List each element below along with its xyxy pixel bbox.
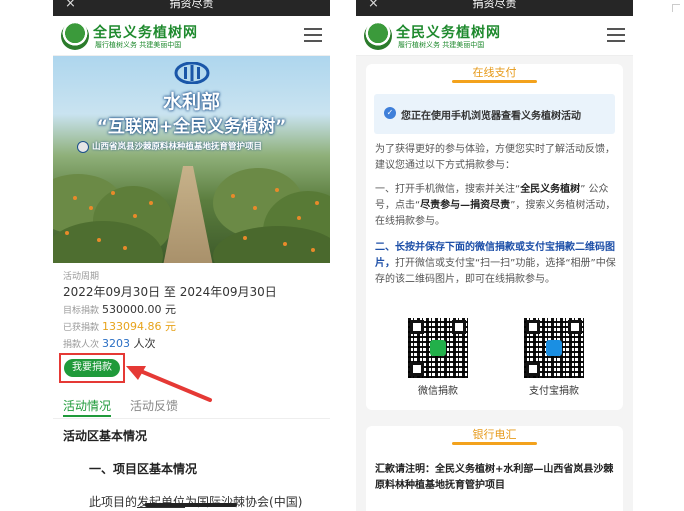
site-logo-title: 全民义务植树网	[396, 25, 501, 41]
menu-icon[interactable]	[304, 28, 322, 42]
tab-activity[interactable]: 活动情况	[63, 397, 112, 417]
home-indicator	[145, 503, 237, 507]
highlight-box: 我要捐款	[59, 353, 125, 383]
donor-count: 3203	[102, 337, 131, 350]
donor-count-row: 捐款人次 3203 人次	[63, 337, 156, 350]
annotation-arrow-icon	[126, 366, 212, 402]
site-logo-slogan: 履行植树义务 共建美丽中国	[95, 41, 182, 49]
alipay-label: 支付宝捐款	[529, 386, 579, 397]
online-pay-title: 在线支付	[366, 64, 623, 83]
content-paragraph: 此项目的发起单位为国际沙棘协会(中国)	[89, 495, 303, 509]
seal-icon	[77, 140, 89, 153]
alipay-icon	[546, 340, 562, 356]
content-heading: 活动区基本情况	[63, 429, 148, 443]
browser-topbar: × 捐资尽责 ···	[356, 0, 633, 16]
ministry-logo-icon	[174, 62, 210, 84]
page-title: 捐资尽责	[169, 0, 214, 10]
raised-row: 已获捐款 133094.86 元	[63, 320, 176, 333]
bank-transfer-card: 银行电汇 汇款请注明：全民义务植树+水利部—山西省岚县沙棘原料林种植基地抚育管护…	[366, 426, 623, 511]
raised-value: 133094.86 元	[102, 320, 176, 333]
site-logo-title: 全民义务植树网	[93, 25, 198, 41]
browser-topbar: × 捐资尽责 ···	[53, 0, 330, 16]
left-phone-screen: × 捐资尽责 ··· 全民义务植树网 履行植树义务 共建美丽中国	[53, 0, 330, 511]
info-icon: ✓	[384, 107, 396, 119]
bank-note: 汇款请注明：全民义务植树+水利部—山西省岚县沙棘原料林种植基地抚育管护项目	[375, 464, 614, 491]
wechat-icon	[430, 340, 446, 356]
target-value: 530000.00 元	[102, 303, 176, 316]
page-title: 捐资尽责	[472, 0, 517, 10]
more-icon[interactable]: ···	[303, 0, 318, 8]
menu-icon[interactable]	[607, 28, 625, 42]
right-phone-screen: × 捐资尽责 ··· 全民义务植树网 履行植树义务 共建美丽中国 在线支付 ✓ …	[356, 0, 633, 511]
pay-intro: 为了获得更好的参与体验，方便您实时了解活动反馈，建议您通过以下方式捐款参与：	[375, 144, 615, 171]
content-subheading: 一、项目区基本情况	[89, 462, 198, 476]
banner-slogan: “互联网+全民义务植树”	[96, 117, 287, 137]
bank-transfer-title: 银行电汇	[366, 426, 623, 445]
target-row: 目标捐款 530000.00 元	[63, 303, 176, 316]
more-icon[interactable]: ···	[606, 0, 621, 8]
screenshot-stage: × 捐资尽责 ··· 全民义务植树网 履行植树义务 共建美丽中国	[0, 0, 684, 511]
site-logo-icon[interactable]	[61, 22, 89, 50]
activity-content: 活动区基本情况 一、项目区基本情况 此项目的发起单位为国际沙棘协会(中国)	[63, 427, 323, 510]
period-value: 2022年09月30日 至 2024年09月30日	[63, 285, 277, 299]
alipay-qr-code[interactable]	[524, 318, 584, 378]
period-label: 活动周期	[63, 272, 100, 282]
project-banner: 水利部 “互联网+全民义务植树” 山西省岚县沙棘原料林种植基地抚育管护项目	[53, 56, 330, 263]
banner-project-name: 山西省岚县沙棘原料林种植基地抚育管护项目	[77, 140, 262, 153]
browser-notice: ✓ 您正在使用手机浏览器查看义务植树活动	[374, 94, 615, 134]
online-pay-card: 在线支付 ✓ 您正在使用手机浏览器查看义务植树活动 为了获得更好的参与体验，方便…	[366, 64, 623, 410]
pay-step-2: 二、长按并保存下面的微信捐款或支付宝捐款二维码图片，打开微信或支付宝“扫一扫”功…	[375, 242, 616, 285]
wechat-label: 微信捐款	[418, 386, 458, 397]
site-logo-slogan: 履行植树义务 共建美丽中国	[398, 41, 485, 49]
pay-step-1: 一、打开手机微信，搜索并关注“全民义务植树” 公众号，点击“尽责参与—捐资尽责”…	[375, 184, 616, 227]
wechat-qr-code[interactable]	[408, 318, 468, 378]
site-header: 全民义务植树网 履行植树义务 共建美丽中国	[53, 16, 330, 56]
corner-mark	[672, 4, 680, 12]
site-header: 全民义务植树网 履行植树义务 共建美丽中国	[356, 16, 633, 56]
site-logo-icon[interactable]	[364, 22, 392, 50]
banner-ministry: 水利部	[162, 91, 220, 113]
donate-button[interactable]: 我要捐款	[64, 359, 120, 377]
project-info: 活动周期 2022年09月30日 至 2024年09月30日 目标捐款 53000…	[53, 263, 330, 353]
